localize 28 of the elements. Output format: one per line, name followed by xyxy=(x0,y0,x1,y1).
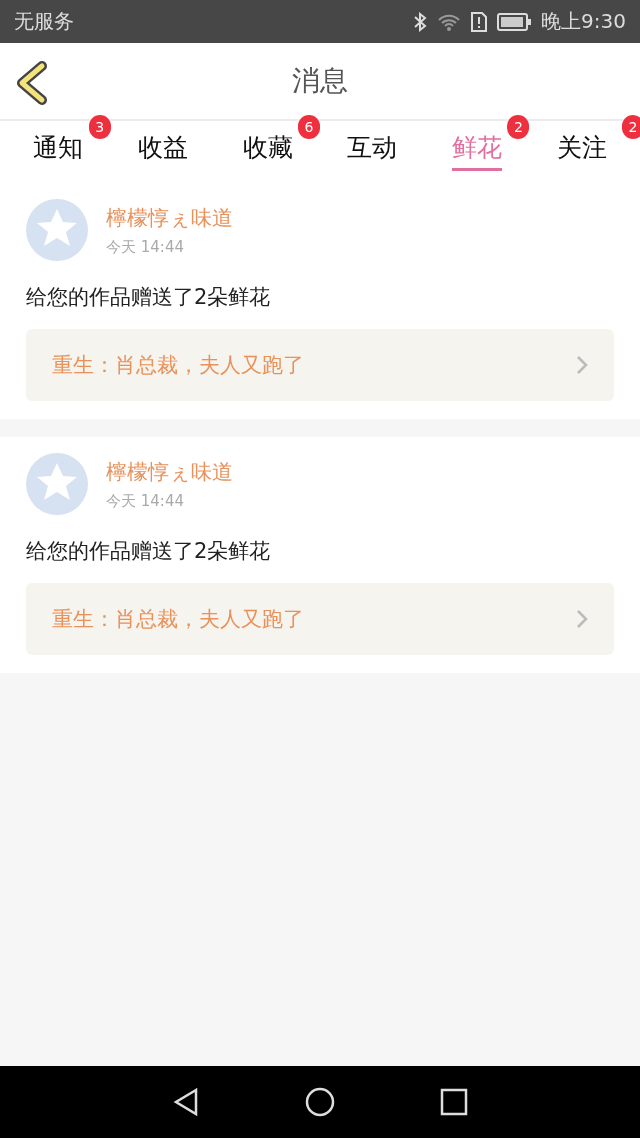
home-nav-button[interactable] xyxy=(305,1087,335,1117)
message-text: 给您的作品赠送了2朵鲜花 xyxy=(26,538,272,565)
bluetooth-icon xyxy=(413,11,428,32)
sender-name: 檸檬惇ぇ味道 xyxy=(106,204,233,232)
tab[interactable]: 互动 xyxy=(347,121,398,171)
sim-alert-icon xyxy=(471,11,488,32)
message-time: 今天 14:44 xyxy=(106,237,185,257)
tab[interactable]: 收益 xyxy=(138,121,188,171)
recents-nav-button[interactable] xyxy=(439,1088,468,1116)
chevron-right-icon xyxy=(576,609,588,629)
message-time: 今天 14:44 xyxy=(106,491,185,511)
page-title: 消息 xyxy=(292,63,348,99)
tab[interactable]: 收藏 xyxy=(242,121,293,171)
count-badge: 3 xyxy=(88,115,111,139)
carrier-text: 无服务 xyxy=(14,8,74,35)
back-button[interactable] xyxy=(14,61,50,108)
sender-name: 檸檬惇ぇ味道 xyxy=(106,458,233,486)
avatar-icon xyxy=(26,199,88,261)
tab[interactable]: 关注 xyxy=(556,121,607,171)
clock-text: 晚上9:30 xyxy=(541,8,626,35)
wifi-icon xyxy=(437,12,462,31)
chevron-right-icon xyxy=(576,355,588,375)
tab[interactable]: 通知 xyxy=(33,121,84,171)
count-badge: 2 xyxy=(507,115,530,139)
count-badge: 6 xyxy=(298,115,320,139)
message-text: 给您的作品赠送了2朵鲜花 xyxy=(26,284,272,311)
avatar-icon xyxy=(26,453,88,515)
battery-icon xyxy=(497,12,532,31)
